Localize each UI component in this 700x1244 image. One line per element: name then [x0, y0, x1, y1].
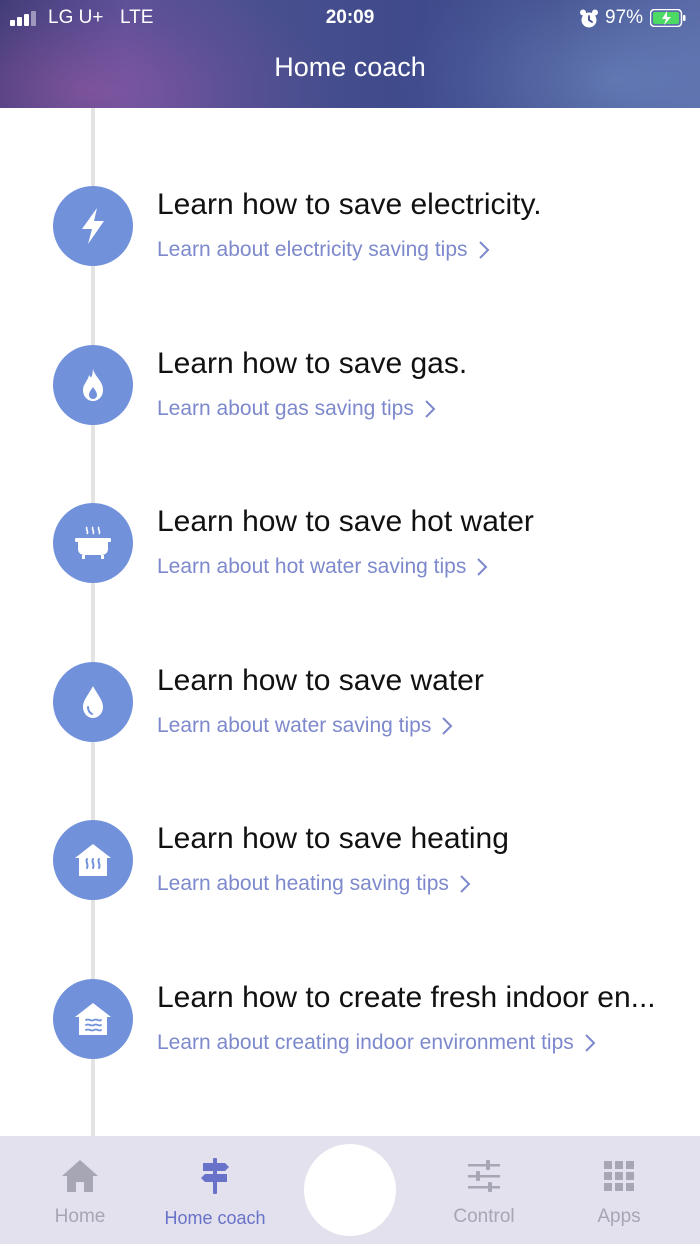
flame-icon [53, 345, 133, 425]
nav-home-coach-label: Home coach [164, 1208, 266, 1228]
chevron-right-icon [460, 875, 471, 893]
house-air-icon [53, 979, 133, 1059]
tip-title: Learn how to save electricity. [157, 188, 542, 221]
tip-title: Learn how to save gas. [157, 347, 468, 380]
signpost-icon [201, 1158, 229, 1194]
chevron-right-icon [425, 400, 436, 418]
tip-link-indoor-environment[interactable]: Learn about creating indoor environment … [157, 1029, 596, 1057]
tip-gas: Learn how to save gas. Learn about gas s… [0, 345, 700, 455]
tip-link-label: Learn about gas saving tips [157, 397, 414, 420]
nav-home-label: Home [54, 1206, 106, 1227]
bottom-nav: Home Home coach Control Apps [0, 1136, 700, 1244]
battery-charging-icon [650, 9, 686, 27]
tip-link-water[interactable]: Learn about water saving tips [157, 712, 453, 740]
center-action-button[interactable] [304, 1144, 396, 1236]
tip-link-label: Learn about creating indoor environment … [157, 1031, 574, 1054]
tip-electricity: Learn how to save electricity. Learn abo… [0, 186, 700, 296]
nav-apps-label: Apps [597, 1206, 641, 1227]
home-icon [62, 1160, 98, 1192]
nav-apps[interactable]: Apps [560, 1136, 678, 1244]
status-bar: LG U+ LTE 20:09 97% [0, 0, 700, 36]
tip-link-hot-water[interactable]: Learn about hot water saving tips [157, 553, 488, 581]
house-heating-icon [53, 820, 133, 900]
battery-percent: 97% [605, 7, 644, 28]
tip-title: Learn how to save heating [157, 822, 509, 855]
tip-title: Learn how to save hot water [157, 505, 534, 538]
nav-home-coach[interactable]: Home coach [150, 1136, 280, 1244]
tip-hot-water: Learn how to save hot water Learn about … [0, 503, 700, 613]
page-title: Home coach [274, 52, 426, 82]
tip-heating: Learn how to save heating Learn about he… [0, 820, 700, 930]
tip-link-label: Learn about water saving tips [157, 714, 432, 737]
alarm-clock-icon [580, 9, 598, 28]
nav-control[interactable]: Control [424, 1136, 544, 1244]
tip-indoor-environment: Learn how to create fresh indoor en... L… [0, 979, 700, 1089]
tip-link-heating[interactable]: Learn about heating saving tips [157, 870, 471, 898]
tip-link-gas[interactable]: Learn about gas saving tips [157, 395, 436, 423]
tip-link-label: Learn about hot water saving tips [157, 555, 467, 578]
nav-control-label: Control [453, 1206, 515, 1227]
tip-title: Learn how to save water [157, 664, 484, 697]
chevron-right-icon [442, 717, 453, 735]
tip-link-label: Learn about heating saving tips [157, 872, 449, 895]
tip-title: Learn how to create fresh indoor en... [157, 981, 656, 1014]
water-drop-icon [53, 662, 133, 742]
tip-link-label: Learn about electricity saving tips [157, 238, 468, 261]
chevron-right-icon [585, 1034, 596, 1052]
chevron-right-icon [478, 241, 489, 259]
sliders-icon [468, 1160, 500, 1192]
chevron-right-icon [477, 558, 488, 576]
tip-water: Learn how to save water Learn about wate… [0, 662, 700, 772]
lightning-icon [53, 186, 133, 266]
apps-grid-icon [604, 1161, 634, 1191]
tip-link-electricity[interactable]: Learn about electricity saving tips [157, 236, 490, 264]
bathtub-icon [53, 503, 133, 583]
header: LG U+ LTE 20:09 97% Home coach [0, 0, 700, 108]
nav-home[interactable]: Home [20, 1136, 140, 1244]
